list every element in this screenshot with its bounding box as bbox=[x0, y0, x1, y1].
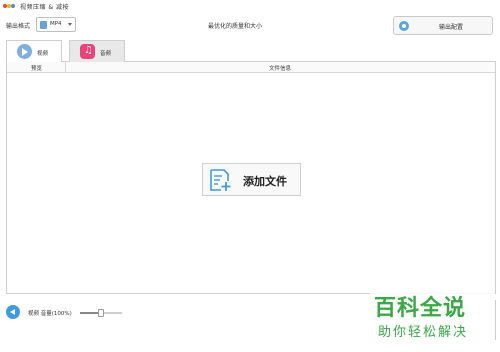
tab-audio-label: 音频 bbox=[100, 51, 112, 57]
output-settings-button[interactable]: 输出配置 bbox=[393, 16, 493, 35]
volume-slider-thumb[interactable] bbox=[98, 309, 104, 317]
column-divider bbox=[65, 62, 66, 73]
column-header-preview[interactable]: 预览 bbox=[31, 64, 42, 72]
app-logo-icon bbox=[3, 3, 16, 9]
output-settings-label: 输出配置 bbox=[439, 24, 464, 31]
watermark-subtitle: 助你轻松解决 bbox=[378, 325, 469, 340]
add-file-label: 添加文件 bbox=[243, 175, 287, 188]
volume-slider[interactable] bbox=[80, 309, 122, 317]
toolbar: 输出格式 MP4 最优化的质量和大小 输出配置 bbox=[0, 14, 500, 38]
watermark-title: 百科全说 bbox=[374, 296, 467, 321]
column-header-file-info[interactable]: 文件信息 bbox=[269, 64, 291, 72]
gear-icon bbox=[399, 21, 409, 31]
file-list-panel[interactable]: 预览 文件信息 添加文件 bbox=[6, 62, 496, 294]
media-tabs: 视频 ♫ 音频 bbox=[6, 40, 496, 63]
output-format-value: MP4 bbox=[50, 21, 62, 27]
title-bar: 视频压缩 & 减按 bbox=[0, 0, 500, 13]
chevron-down-icon bbox=[68, 23, 72, 26]
app-title: 视频压缩 & 减按 bbox=[20, 4, 69, 11]
file-list-header: 预览 文件信息 bbox=[7, 62, 495, 73]
add-file-icon bbox=[210, 169, 231, 191]
play-icon bbox=[17, 44, 32, 59]
watermark: 百科全说 助你轻松解决 bbox=[370, 288, 495, 348]
output-format-label: 输出格式 bbox=[6, 23, 31, 30]
add-file-button[interactable]: 添加文件 bbox=[202, 163, 301, 196]
quality-preset-text[interactable]: 最优化的质量和大小 bbox=[208, 21, 262, 30]
volume-icon[interactable] bbox=[6, 305, 20, 319]
tab-video-label: 视频 bbox=[37, 51, 49, 57]
volume-label: 视频 音量(100%) bbox=[28, 311, 72, 317]
music-note-icon: ♫ bbox=[80, 44, 95, 59]
tab-video[interactable]: 视频 bbox=[6, 40, 62, 63]
video-file-icon bbox=[40, 21, 47, 29]
tab-audio[interactable]: ♫ 音频 bbox=[69, 40, 125, 62]
output-format-select[interactable]: MP4 bbox=[36, 17, 76, 32]
